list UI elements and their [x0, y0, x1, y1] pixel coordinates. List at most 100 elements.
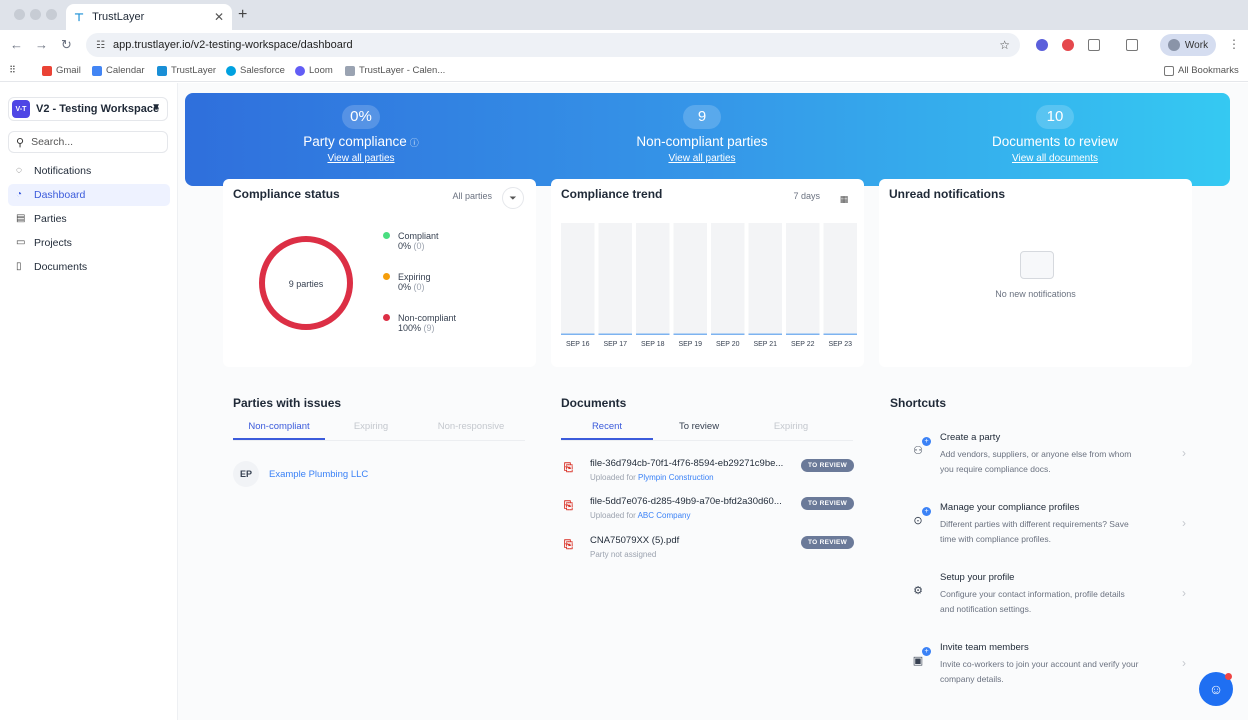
sidebar-item-notifications[interactable]: ◌ Notifications — [8, 160, 170, 182]
bookmark-star-icon[interactable]: ☆ — [999, 38, 1010, 52]
view-all-documents-link[interactable]: View all documents — [935, 153, 1175, 164]
party-link[interactable]: Plympin Construction — [638, 473, 714, 482]
extensions-puzzle-icon[interactable] — [1088, 39, 1100, 51]
back-icon[interactable]: ← — [10, 37, 23, 52]
tab-expiring[interactable]: Expiring — [745, 421, 837, 440]
party-row[interactable]: EP Example Plumbing LLC — [233, 461, 368, 487]
extension-icon[interactable] — [1062, 39, 1074, 51]
bookmark-loom[interactable]: Loom — [295, 65, 333, 76]
document-row[interactable]: ⎘ file-36d794cb-70f1-4f76-8594-eb29271c9… — [562, 458, 854, 488]
search-icon: ⚲ — [16, 136, 25, 149]
parties-tabs: Non-compliant Expiring Non-responsive — [233, 421, 525, 440]
trend-bar — [823, 333, 857, 335]
status-badge: TO REVIEW — [801, 459, 854, 472]
window-close-button[interactable] — [14, 9, 25, 20]
legend-count: (0) — [413, 282, 425, 292]
workspace-badge: V-T — [12, 100, 30, 118]
pdf-icon: ⎘ — [564, 539, 573, 551]
legend-count: (0) — [413, 241, 425, 251]
summary-banner: 0% Party compliance ⓘ View all parties 9 … — [185, 93, 1230, 186]
search-input[interactable]: ⚲ Search... — [8, 131, 168, 153]
trend-x-tick-label: SEP 19 — [678, 341, 702, 348]
kpi-value: 0% — [342, 105, 380, 129]
document-name[interactable]: file-5dd7e076-d285-49b9-a70e-bfd2a30d60.… — [590, 496, 798, 507]
trend-x-tick-label: SEP 17 — [603, 341, 627, 348]
tab-expiring[interactable]: Expiring — [325, 421, 417, 440]
profile-label: Work — [1184, 39, 1209, 51]
sidebar-item-parties[interactable]: ▤ Parties — [8, 208, 170, 230]
forward-icon[interactable]: → — [35, 37, 48, 52]
info-icon[interactable]: ⓘ — [410, 138, 419, 148]
tab-non-compliant[interactable]: Non-compliant — [233, 421, 325, 440]
kpi-value: 9 — [683, 105, 721, 129]
shortcut-setup-profile[interactable]: ⚙ Setup your profile Configure your cont… — [898, 572, 1188, 628]
browser-tab-title: TrustLayer — [92, 11, 145, 23]
view-all-parties-link[interactable]: View all parties — [582, 153, 822, 164]
bookmark-trustlayer-calendar[interactable]: TrustLayer - Calen... — [345, 65, 445, 76]
all-bookmarks[interactable]: All Bookmarks — [1164, 65, 1239, 76]
site-info-icon[interactable]: ☷ — [96, 40, 105, 51]
tab-non-responsive[interactable]: Non-responsive — [417, 421, 525, 440]
trend-column-bg — [673, 223, 707, 335]
view-all-parties-link[interactable]: View all parties — [241, 153, 481, 164]
compliance-trend-card: Compliance trend 7 days ▦ SEP 16 SEP 17 SE… — [551, 179, 864, 367]
unread-dot — [1225, 673, 1232, 680]
address-bar[interactable]: ☷ app.trustlayer.io/v2-testing-workspace… — [86, 33, 1020, 57]
side-panel-icon[interactable] — [1126, 39, 1138, 51]
new-tab-icon[interactable]: + — [238, 6, 247, 24]
filter-button[interactable]: ⏷ — [502, 187, 524, 209]
close-tab-icon[interactable]: ✕ — [214, 10, 224, 24]
url-text: app.trustlayer.io/v2-testing-workspace/d… — [112, 39, 353, 51]
document-row[interactable]: ⎘ file-5dd7e076-d285-49b9-a70e-bfd2a30d6… — [562, 496, 854, 526]
shortcut-compliance-profiles[interactable]: ⊙ + Manage your compliance profiles Diffe… — [898, 502, 1188, 558]
bookmark-salesforce[interactable]: Salesforce — [226, 65, 285, 76]
bookmark-gmail[interactable]: Gmail — [42, 65, 81, 76]
document-name[interactable]: CNA75079XX (5).pdf — [590, 535, 798, 546]
support-chat-button[interactable]: ☺ — [1199, 672, 1233, 706]
sidebar-item-documents[interactable]: ▯ Documents — [8, 256, 170, 278]
browser-menu-icon[interactable]: ⋮ — [1228, 37, 1240, 51]
party-name-link[interactable]: Example Plumbing LLC — [269, 469, 368, 480]
status-badge: TO REVIEW — [801, 536, 854, 549]
document-row[interactable]: ⎘ CNA75079XX (5).pdf Party not assigned … — [562, 535, 854, 565]
party-link[interactable]: ABC Company — [638, 511, 691, 520]
add-user-icon: ⚇ + — [908, 437, 931, 460]
bookmark-calendar[interactable]: Calendar — [92, 65, 145, 76]
range-label: 7 days — [793, 191, 820, 201]
reload-icon[interactable]: ↻ — [61, 37, 72, 53]
legend-non-compliant: Non-compliant 100% (9) — [383, 313, 456, 333]
shortcut-create-party[interactable]: ⚇ + Create a party Add vendors, suppliers… — [898, 432, 1188, 488]
bell-icon: ◌ — [16, 165, 22, 176]
window-zoom-button[interactable] — [46, 9, 57, 20]
empty-notifications-text: No new notifications — [995, 289, 1076, 299]
browser-tab[interactable]: ⊤ TrustLayer ✕ — [66, 4, 232, 30]
trend-x-tick-label: SEP 22 — [791, 341, 815, 348]
apps-grid-icon[interactable]: ⠿ — [9, 65, 16, 76]
search-placeholder: Search... — [31, 136, 74, 148]
date-range-button[interactable]: ▦ — [834, 189, 854, 209]
sidebar: V-T V2 - Testing Workspace ▼ ⚲ Search...… — [0, 83, 178, 720]
parties-with-issues-title: Parties with issues — [233, 396, 342, 410]
window-minimize-button[interactable] — [30, 9, 41, 20]
trustlayer-favicon-icon: ⊤ — [74, 11, 85, 24]
bookmark-trustlayer[interactable]: TrustLayer — [157, 65, 216, 76]
party-avatar: EP — [233, 461, 259, 487]
chevron-right-icon: › — [1182, 516, 1186, 530]
document-name[interactable]: file-36d794cb-70f1-4f76-8594-eb29271c9be… — [590, 458, 798, 469]
kpi-non-compliant-parties: 9 Non-compliant parties View all parties — [582, 105, 822, 164]
workspace-switcher[interactable]: V-T V2 - Testing Workspace ▼ — [8, 97, 168, 121]
profile-button[interactable]: Work — [1160, 34, 1216, 56]
compliance-status-card: Compliance status All parties ⏷ 9 partie… — [223, 179, 536, 367]
calendar-icon: ▦ — [839, 193, 849, 204]
shortcut-invite-team[interactable]: ▣ + Invite team members Invite co-workers… — [898, 642, 1188, 698]
trend-bar — [786, 333, 820, 335]
tab-to-review[interactable]: To review — [653, 421, 745, 440]
trend-column-bg — [786, 223, 820, 335]
sidebar-item-projects[interactable]: ▭ Projects — [8, 232, 170, 254]
trend-bar — [748, 333, 782, 335]
extension-icon[interactable] — [1036, 39, 1048, 51]
sidebar-item-dashboard[interactable]: ◔ Dashboard — [8, 184, 170, 206]
loom-icon — [295, 65, 305, 76]
tab-recent[interactable]: Recent — [561, 421, 653, 440]
main-content: 0% Party compliance ⓘ View all parties 9 … — [178, 83, 1248, 720]
